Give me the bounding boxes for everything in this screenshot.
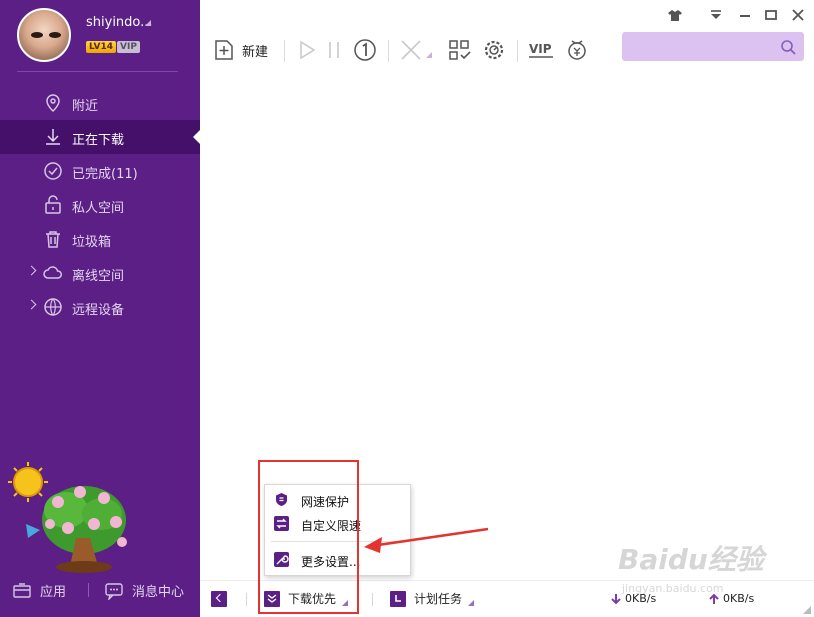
sidebar-item-remote-devices[interactable]: 远程设备 — [0, 290, 200, 324]
message-center-label: 消息中心 — [132, 585, 185, 600]
single-task-icon[interactable] — [352, 38, 378, 62]
sidebar-item-label: 已完成(11) — [72, 167, 138, 182]
user-menu-caret-icon[interactable] — [145, 20, 151, 26]
expand-chevron-icon[interactable] — [26, 299, 37, 310]
download-speed-arrow-icon — [611, 593, 621, 604]
menu-item-label: 更多设置... — [301, 555, 361, 569]
sidebar-footer: 应用 消息中心 — [0, 575, 200, 607]
sidebar-item-label: 垃圾箱 — [72, 235, 112, 250]
upload-speed-value: 0KB/s — [723, 592, 755, 605]
download-speed-value: 0KB/s — [625, 592, 657, 605]
dropdown-caret-icon — [468, 599, 475, 606]
toolbar-divider — [517, 40, 518, 62]
statusbar-divider — [246, 593, 247, 606]
money-bag-icon[interactable] — [564, 38, 590, 62]
toolbar-divider — [284, 40, 285, 62]
sidebar-item-nearby[interactable]: 附近 — [0, 86, 200, 120]
upload-speed: 0KB/s — [708, 592, 754, 605]
priority-popup-menu: 网速保护 自定义限速 更多设置... — [264, 484, 411, 576]
chat-bubble-icon — [105, 582, 123, 600]
start-play-icon[interactable] — [296, 38, 318, 62]
swap-arrows-icon — [274, 516, 289, 531]
menu-item-more-settings[interactable]: 更多设置... — [265, 548, 410, 572]
message-center-button[interactable]: 消息中心 — [104, 581, 184, 600]
avatar-eye — [49, 32, 61, 38]
grid-check-icon[interactable] — [447, 38, 473, 62]
vip-icon[interactable]: VIP — [527, 38, 555, 62]
download-speed: 0KB/s — [610, 592, 656, 605]
sidebar-item-private-space[interactable]: 私人空间 — [0, 188, 200, 222]
user-avatar[interactable] — [17, 8, 71, 62]
sidebar: shiyindo... LV14 VIP 附近 正在下载 已完成(11) 私人空… — [0, 0, 200, 617]
minimize-icon[interactable] — [737, 7, 753, 23]
toolbar-divider — [388, 40, 389, 62]
menu-item-custom-speed-limit[interactable]: 自定义限速 — [265, 512, 410, 536]
upload-speed-arrow-icon — [709, 593, 719, 604]
close-icon[interactable] — [790, 7, 806, 23]
sidebar-item-label: 附近 — [72, 99, 99, 114]
footer-divider — [88, 583, 89, 597]
skin-shirt-icon[interactable] — [667, 7, 683, 23]
sidebar-item-label: 正在下载 — [72, 133, 125, 148]
search-box — [622, 32, 804, 61]
apps-label: 应用 — [40, 585, 67, 600]
menu-dropdown-icon[interactable] — [708, 7, 724, 23]
menu-item-speed-protection[interactable]: 网速保护 — [265, 488, 410, 512]
active-indicator — [193, 130, 200, 144]
cloud-icon — [43, 266, 62, 279]
new-task-icon[interactable] — [212, 38, 236, 62]
svg-text:VIP: VIP — [529, 42, 552, 56]
username[interactable]: shiyindo... — [86, 15, 153, 30]
maximize-icon[interactable] — [763, 7, 779, 23]
sidebar-divider — [17, 71, 178, 72]
scheduled-tasks-label: 计划任务 — [414, 592, 463, 606]
download-priority-button[interactable]: 下载优先 — [264, 590, 349, 607]
menu-item-label: 自定义限速 — [301, 519, 362, 533]
resize-grip-icon[interactable] — [803, 606, 811, 614]
apps-button[interactable]: 应用 — [12, 581, 66, 600]
tree-mascot-icon — [8, 462, 127, 573]
download-priority-label: 下载优先 — [288, 592, 337, 606]
sidebar-nav: 附近 正在下载 已完成(11) 私人空间 垃圾箱 离线空间 远程设备 — [0, 86, 200, 324]
apps-box-icon — [13, 582, 31, 598]
delete-x-icon[interactable] — [398, 38, 434, 62]
pause-icon[interactable] — [326, 38, 342, 62]
menu-item-label: 网速保护 — [301, 495, 350, 509]
sidebar-item-offline-space[interactable]: 离线空间 — [0, 256, 200, 290]
double-chevron-down-icon — [264, 590, 280, 607]
speed-gear-icon[interactable] — [481, 38, 507, 62]
collapse-sidebar-button[interactable] — [211, 591, 227, 607]
status-bar: 下载优先 计划任务 0KB/s 0KB/s — [200, 580, 814, 617]
level-badge: LV14 — [86, 41, 116, 53]
sidebar-item-downloading[interactable]: 正在下载 — [0, 120, 200, 154]
expand-chevron-icon[interactable] — [26, 265, 37, 276]
new-task-button[interactable]: 新建 — [242, 41, 268, 60]
menu-divider — [271, 541, 404, 542]
avatar-eye — [31, 32, 43, 38]
scheduled-tasks-button[interactable]: 计划任务 — [390, 590, 475, 607]
search-icon[interactable] — [780, 39, 796, 55]
download-arrow-icon — [46, 129, 60, 145]
sidebar-item-label: 离线空间 — [72, 269, 125, 284]
shield-icon — [276, 493, 287, 506]
trash-icon — [46, 231, 60, 248]
search-input[interactable] — [630, 37, 770, 56]
sidebar-item-trash[interactable]: 垃圾箱 — [0, 222, 200, 256]
sidebar-item-label: 私人空间 — [72, 201, 125, 216]
vip-badge[interactable]: VIP — [117, 41, 140, 53]
check-circle-icon — [44, 162, 62, 180]
lock-icon — [45, 195, 61, 214]
statusbar-divider — [372, 593, 373, 606]
clock-icon — [390, 590, 406, 607]
dropdown-caret-icon — [342, 599, 349, 606]
location-pin-icon — [46, 94, 60, 113]
globe-icon — [44, 298, 62, 316]
sidebar-item-label: 远程设备 — [72, 303, 125, 318]
wrench-icon — [274, 552, 289, 567]
sidebar-item-completed[interactable]: 已完成(11) — [0, 154, 200, 188]
